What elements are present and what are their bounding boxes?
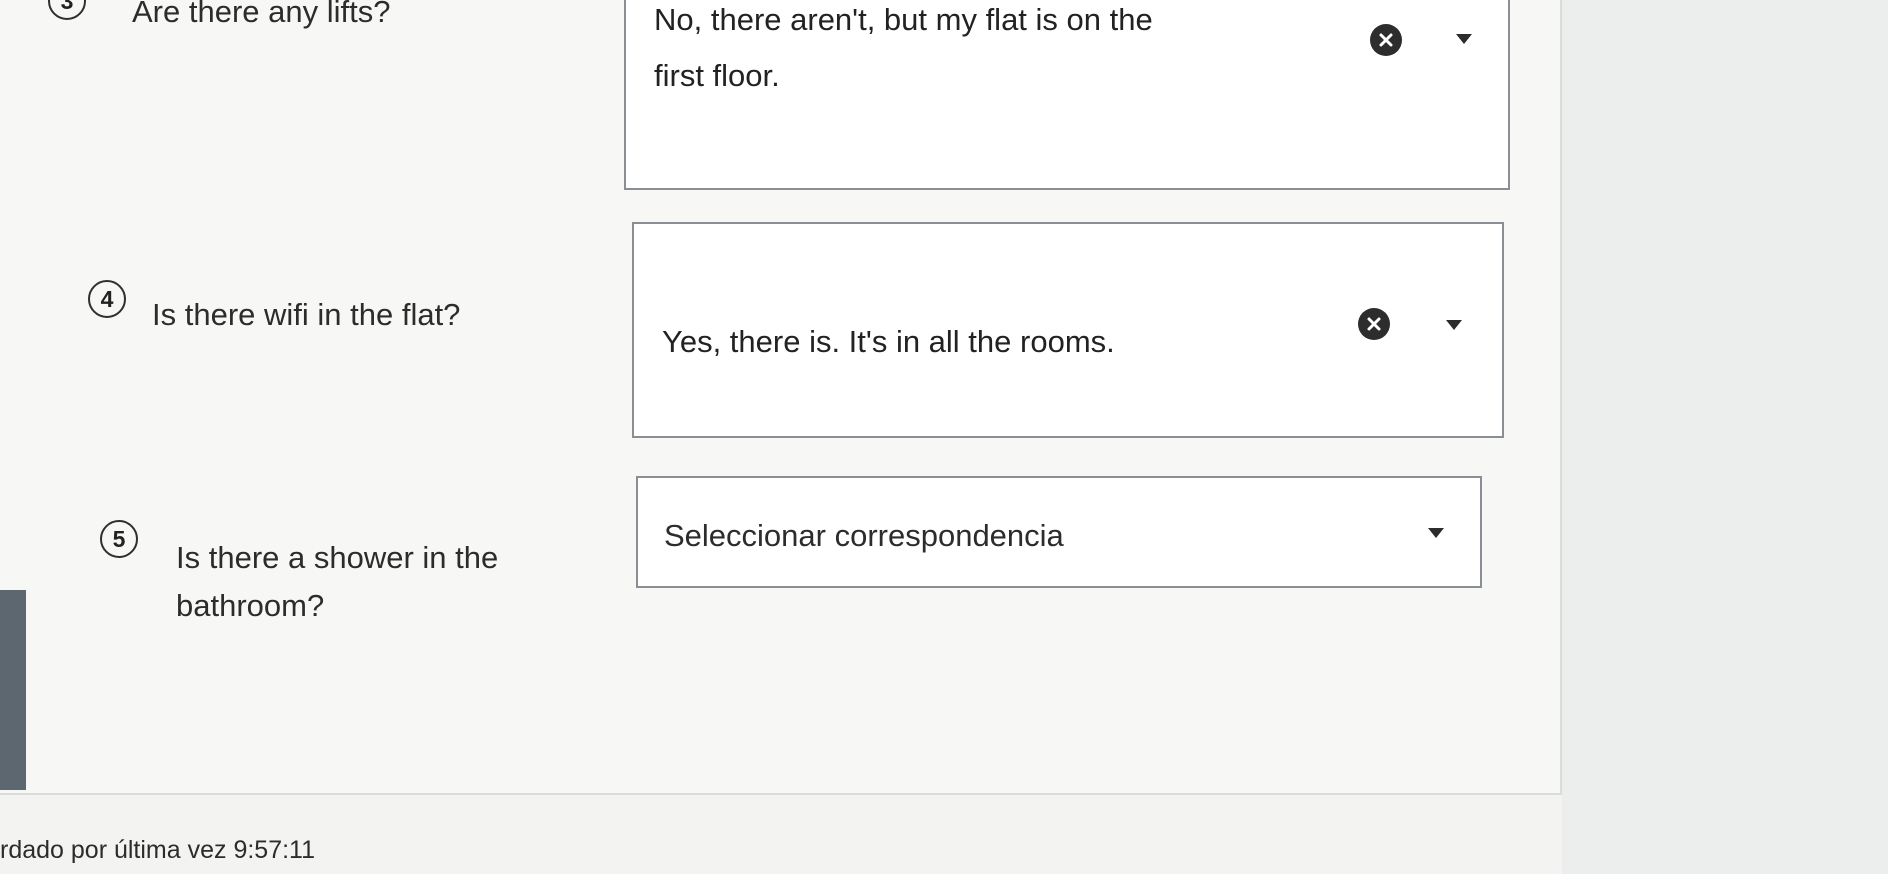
question-text: Is there wifi in the flat? [152, 297, 461, 332]
question-number-badge: 3 [48, 0, 86, 20]
right-gutter [1562, 0, 1888, 874]
chevron-down-icon[interactable] [1428, 528, 1444, 538]
chevron-down-icon[interactable] [1456, 34, 1472, 44]
question-number-badge: 4 [88, 280, 126, 318]
clear-selection-button[interactable] [1370, 24, 1402, 56]
clear-selection-button[interactable] [1358, 308, 1390, 340]
question-text: Is there a shower in the bathroom? [176, 540, 499, 623]
answer-select[interactable]: Seleccionar correspondencia [636, 476, 1482, 588]
last-saved-status: rdado por última vez 9:57:11 [0, 836, 316, 864]
chevron-down-icon[interactable] [1446, 320, 1462, 330]
close-icon [1379, 33, 1393, 47]
close-icon [1367, 317, 1381, 331]
selected-answer-text: Yes, there is. It's in all the rooms. [662, 324, 1115, 359]
question-text: Are there any lifts? [132, 0, 391, 29]
question-row-5: 5 Is there a shower in the bathroom? Sel… [0, 476, 1560, 636]
answer-select[interactable]: No, there aren't, but my flat is on the … [624, 0, 1510, 190]
question-row-3: 3 Are there any lifts? No, there aren't,… [0, 0, 1560, 190]
answer-select[interactable]: Yes, there is. It's in all the rooms. [632, 222, 1504, 438]
question-row-4: 4 Is there wifi in the flat? Yes, there … [0, 222, 1560, 442]
selected-answer-text: No, there aren't, but my flat is on the … [654, 2, 1153, 93]
select-placeholder: Seleccionar correspondencia [664, 518, 1064, 553]
question-number-badge: 5 [100, 520, 138, 558]
